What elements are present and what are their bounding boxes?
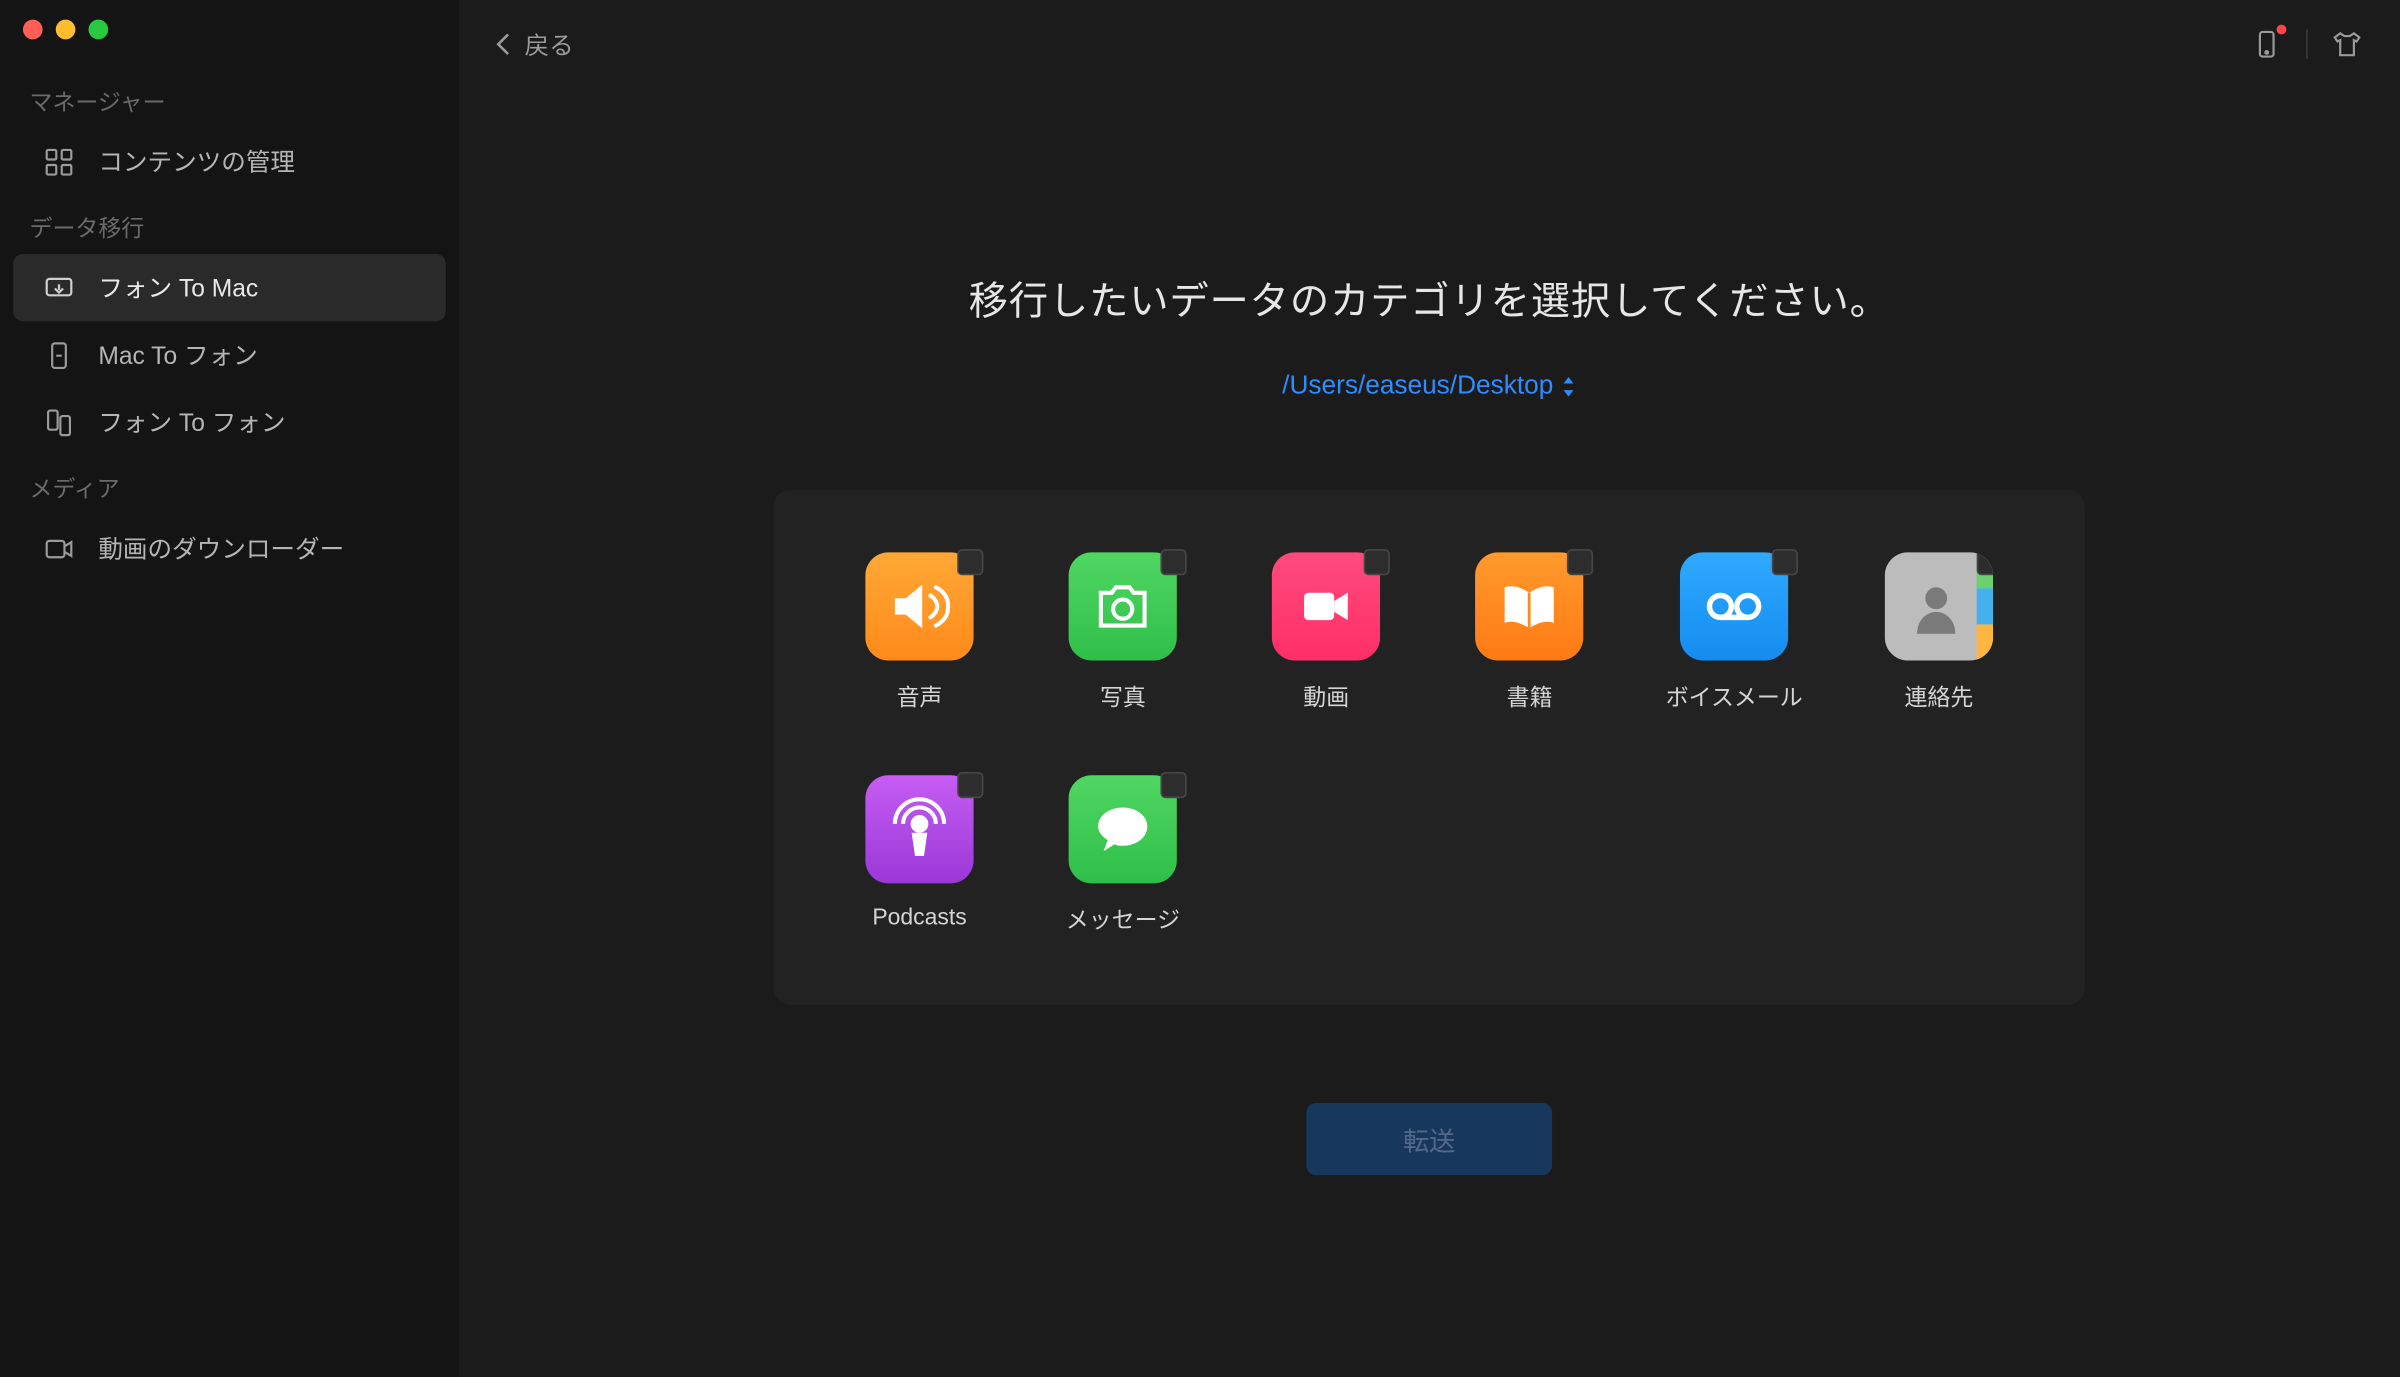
checkbox[interactable] (1977, 552, 1993, 575)
messages-icon (1069, 775, 1177, 883)
sidebar-section-transfer: データ移行 (0, 195, 459, 254)
tshirt-icon[interactable] (2331, 28, 2364, 61)
category-label: ボイスメール (1666, 680, 1803, 713)
category-label: Podcasts (872, 903, 966, 929)
mac-to-phone-icon (43, 338, 76, 371)
voicemail-icon (1680, 552, 1788, 660)
category-photo[interactable]: 写真 (1056, 552, 1191, 713)
back-label: 戻る (524, 27, 573, 61)
destination-path-selector[interactable]: /Users/easeus/Desktop (1282, 372, 1576, 402)
page-title: 移行したいデータのカテゴリを選択してください。 (969, 269, 1890, 326)
checkbox[interactable] (957, 772, 983, 798)
topbar-actions (2250, 28, 2363, 61)
destination-path-text: /Users/easeus/Desktop (1282, 372, 1553, 402)
phone-to-mac-icon (43, 271, 76, 304)
category-contacts[interactable]: 連絡先 (1872, 552, 2007, 713)
books-icon (1476, 552, 1584, 660)
category-voicemail[interactable]: ボイスメール (1666, 552, 1803, 713)
sidebar-item-mac-to-phone[interactable]: Mac To フォン (13, 321, 446, 388)
sidebar-item-phone-to-mac[interactable]: フォン To Mac (13, 254, 446, 321)
sidebar-item-phone-to-phone[interactable]: フォン To フォン (13, 388, 446, 455)
back-button[interactable]: 戻る (495, 27, 574, 61)
transfer-button[interactable]: 転送 (1306, 1103, 1552, 1175)
content-area: 移行したいデータのカテゴリを選択してください。 /Users/easeus/De… (459, 89, 2400, 1377)
sidebar-section-manager: マネージャー (0, 69, 459, 128)
close-window-button[interactable] (23, 20, 43, 40)
sidebar: マネージャー コンテンツの管理 データ移行 フォン To Mac (0, 0, 459, 1377)
category-podcasts[interactable]: Podcasts (852, 775, 987, 936)
divider (2306, 30, 2308, 60)
category-label: 動画 (1303, 680, 1349, 713)
checkbox[interactable] (1567, 549, 1593, 575)
photo-icon (1069, 552, 1177, 660)
checkbox[interactable] (1161, 772, 1187, 798)
category-panel: 音声 写真 動画 (774, 490, 2085, 1005)
window-controls (0, 20, 459, 69)
grid-icon (43, 145, 76, 178)
sidebar-item-video-downloader[interactable]: 動画のダウンローダー (13, 515, 446, 582)
checkbox[interactable] (957, 549, 983, 575)
sidebar-item-label: 動画のダウンローダー (98, 531, 344, 565)
video-icon (1272, 552, 1380, 660)
sidebar-item-label: フォン To Mac (98, 270, 258, 304)
audio-icon (865, 552, 973, 660)
category-label: メッセージ (1066, 903, 1180, 936)
category-books[interactable]: 書籍 (1462, 552, 1597, 713)
checkbox[interactable] (1364, 549, 1390, 575)
phone-to-phone-icon (43, 406, 76, 439)
category-label: 写真 (1100, 680, 1146, 713)
category-messages[interactable]: メッセージ (1056, 775, 1191, 936)
chevron-left-icon (495, 33, 511, 56)
category-video[interactable]: 動画 (1259, 552, 1394, 713)
main-content: 戻る 移行したいデータのカテゴリを選択してください。 /Users/easeus… (459, 0, 2400, 1377)
sidebar-item-label: コンテンツの管理 (98, 144, 295, 178)
device-icon[interactable] (2250, 28, 2283, 61)
topbar: 戻る (459, 0, 2400, 89)
category-label: 連絡先 (1904, 680, 1973, 713)
sidebar-item-label: フォン To フォン (98, 405, 285, 439)
checkbox[interactable] (1772, 549, 1798, 575)
sidebar-section-media: メディア (0, 456, 459, 515)
notification-dot (2277, 25, 2287, 35)
checkbox[interactable] (1161, 549, 1187, 575)
contacts-icon (1885, 552, 1993, 660)
app-window: マネージャー コンテンツの管理 データ移行 フォン To Mac (0, 0, 2399, 1377)
sidebar-item-label: Mac To フォン (98, 338, 257, 372)
maximize-window-button[interactable] (89, 20, 109, 40)
minimize-window-button[interactable] (56, 20, 76, 40)
sidebar-item-content-management[interactable]: コンテンツの管理 (13, 128, 446, 195)
sort-arrows-icon (1560, 375, 1576, 398)
video-downloader-icon (43, 532, 76, 565)
category-label: 音声 (897, 680, 943, 713)
category-audio[interactable]: 音声 (852, 552, 987, 713)
podcasts-icon (865, 775, 973, 883)
category-label: 書籍 (1507, 680, 1553, 713)
